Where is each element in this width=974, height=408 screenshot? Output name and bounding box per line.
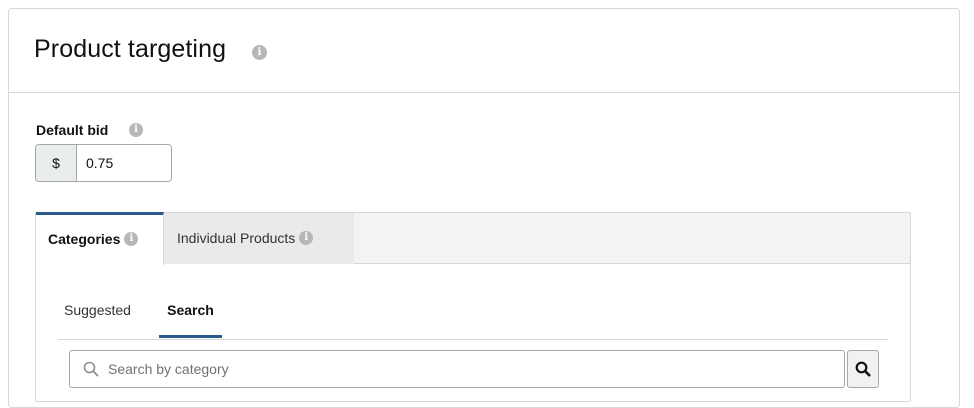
search-icon [83, 361, 99, 377]
subtab-suggested[interactable]: Suggested [64, 295, 131, 340]
tab-categories[interactable]: Categories i [36, 212, 164, 265]
tab-bar: Categories i Individual Products i [36, 212, 910, 265]
search-button[interactable] [847, 350, 879, 388]
info-icon[interactable]: i [252, 45, 267, 60]
category-search-input[interactable] [108, 351, 838, 387]
subtabs: Suggested Search [58, 295, 888, 340]
info-icon: i [299, 231, 314, 246]
info-icon: i [124, 232, 139, 247]
currency-prefix: $ [36, 145, 77, 181]
category-search-field [69, 350, 845, 388]
tab-individual-products[interactable]: Individual Products i [164, 213, 354, 264]
product-targeting-panel: Product targeting i Default bid i $ Cate… [8, 8, 960, 408]
page-title: Product targeting [34, 35, 227, 63]
tab-label: Individual Products [177, 230, 296, 246]
tab-label: Categories [48, 231, 121, 247]
default-bid-input[interactable] [77, 145, 171, 181]
search-icon [855, 361, 871, 377]
default-bid-label: Default bid [36, 122, 109, 138]
panel-header: Product targeting i [9, 9, 959, 93]
info-icon[interactable]: i [129, 123, 143, 137]
active-subtab-indicator [159, 335, 222, 338]
subtab-search[interactable]: Search [159, 295, 222, 340]
default-bid-field: $ [35, 144, 172, 182]
targeting-tabs: Categories i Individual Products i Suggest… [35, 212, 911, 402]
